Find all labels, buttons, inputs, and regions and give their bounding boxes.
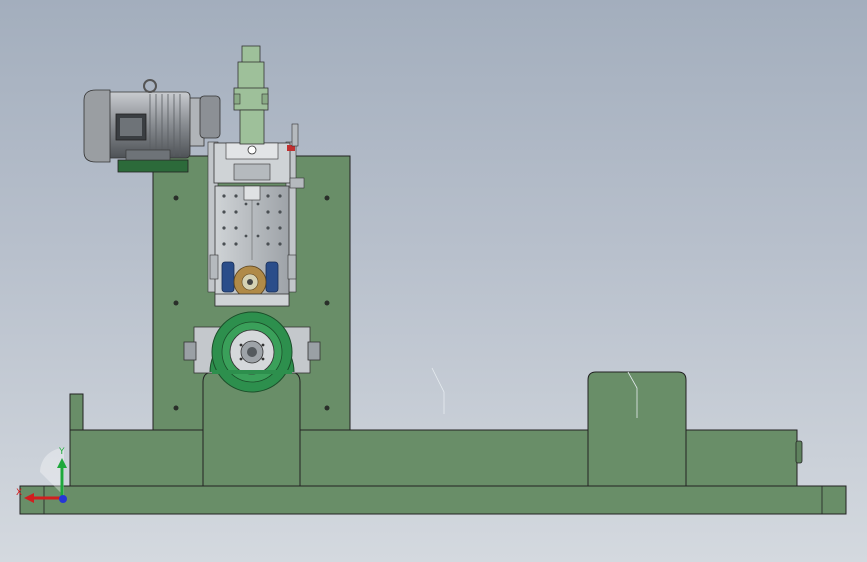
y-axis-label: Y xyxy=(58,447,65,457)
spindle-head xyxy=(207,123,305,307)
x-axis-label: X xyxy=(16,488,22,498)
cad-viewport[interactable]: Y X xyxy=(0,0,867,562)
lift-cylinder xyxy=(233,45,269,145)
base-plate xyxy=(19,485,847,515)
machine-assembly-drawing: Y X xyxy=(16,45,847,515)
